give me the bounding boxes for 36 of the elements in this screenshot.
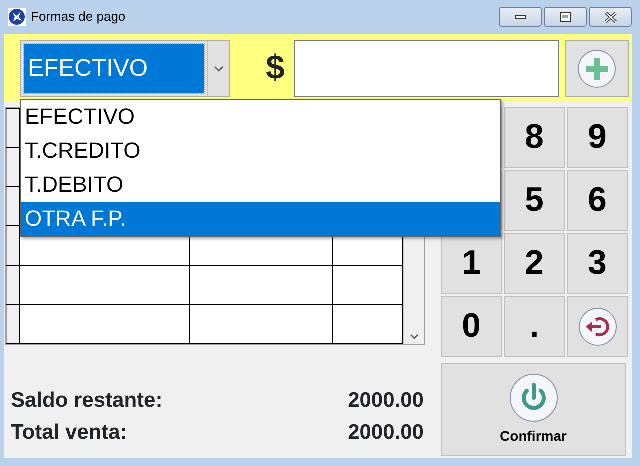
chevron-down-icon bbox=[214, 66, 224, 72]
keypad-key[interactable]: 8 bbox=[504, 107, 565, 168]
dropdown-option[interactable]: OTRA F.P. bbox=[21, 202, 500, 236]
keypad-key[interactable]: 2 bbox=[504, 233, 565, 294]
keypad-key[interactable]: 1 bbox=[441, 233, 502, 294]
total-value: 2000.00 bbox=[348, 420, 424, 446]
confirm-button[interactable]: Confirmar bbox=[441, 363, 626, 456]
backspace-button[interactable] bbox=[567, 296, 628, 357]
total-label: Total venta: bbox=[11, 420, 128, 446]
close-icon bbox=[604, 12, 616, 22]
total-label: Saldo restante: bbox=[11, 388, 163, 414]
currency-symbol: $ bbox=[266, 48, 286, 89]
minimize-icon bbox=[515, 15, 526, 19]
minimize-button[interactable] bbox=[499, 7, 542, 27]
maximize-button[interactable] bbox=[544, 7, 587, 27]
scroll-down-icon[interactable] bbox=[410, 334, 419, 340]
selected-value: EFECTIVO bbox=[24, 44, 204, 93]
total-value: 2000.00 bbox=[348, 388, 424, 414]
keypad-key[interactable]: 6 bbox=[567, 170, 628, 231]
keypad-key[interactable]: 3 bbox=[567, 233, 628, 294]
keypad-key[interactable]: 0 bbox=[441, 296, 502, 357]
amount-field[interactable] bbox=[294, 40, 559, 97]
power-icon bbox=[508, 372, 558, 422]
dropdown-option[interactable]: T.DEBITO bbox=[21, 168, 500, 202]
keypad-key[interactable]: . bbox=[504, 296, 565, 357]
close-button[interactable] bbox=[589, 7, 632, 27]
maximize-icon bbox=[560, 12, 571, 22]
payment-method-dropdown[interactable]: EFECTIVO bbox=[20, 40, 230, 97]
keypad-key[interactable]: 9 bbox=[567, 107, 628, 168]
dropdown-option[interactable]: EFECTIVO bbox=[21, 100, 500, 134]
app-icon bbox=[8, 8, 26, 26]
arrow-back-icon bbox=[578, 306, 618, 346]
window-title: Formas de pago bbox=[31, 8, 126, 26]
plus-icon bbox=[577, 48, 617, 88]
dropdown-option[interactable]: T.CREDITO bbox=[21, 134, 500, 168]
keypad-key[interactable]: 5 bbox=[504, 170, 565, 231]
